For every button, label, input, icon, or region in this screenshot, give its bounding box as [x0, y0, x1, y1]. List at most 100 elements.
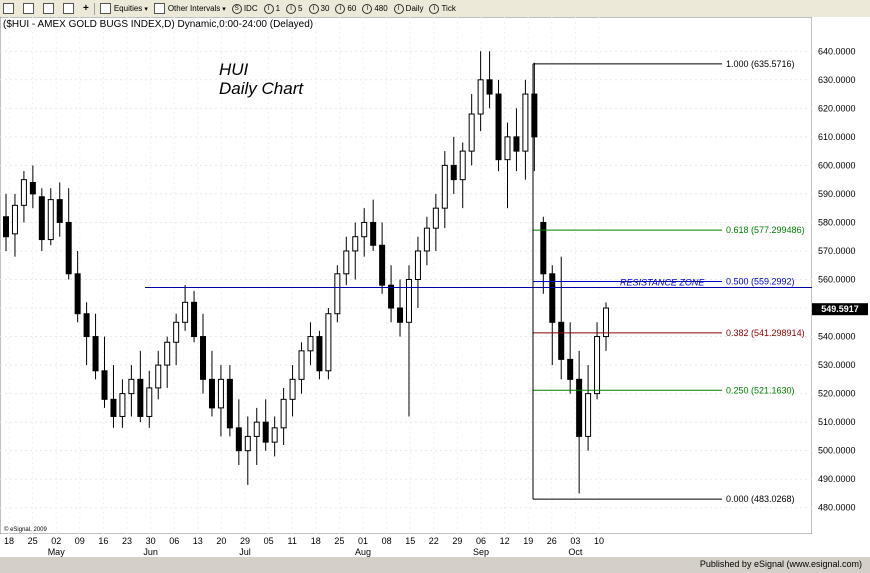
candle-body: [504, 136, 511, 161]
x-tick-label: 19: [523, 536, 533, 546]
candle-body: [56, 199, 63, 223]
x-tick-label: 16: [98, 536, 108, 546]
interval-tick[interactable]: I Tick: [426, 1, 458, 16]
x-tick-label: 26: [547, 536, 557, 546]
candle-body: [441, 164, 448, 209]
x-tick-label: 08: [382, 536, 392, 546]
footer: Published by eSignal (www.esignal.com): [0, 557, 870, 573]
y-tick-label: 590.0000: [818, 189, 856, 199]
fib-label: 0.382 (541.298914): [726, 328, 805, 338]
candle-body: [352, 236, 359, 252]
candle-body: [468, 113, 475, 152]
candle-body: [200, 336, 207, 380]
candle-body: [298, 350, 305, 380]
interval-60[interactable]: I 60: [332, 1, 359, 16]
fib-label: 0.250 (521.1630): [726, 385, 795, 395]
candle-body: [92, 336, 99, 372]
x-month-label: May: [48, 547, 66, 557]
fib-label: 0.618 (577.299486): [726, 225, 805, 235]
candle-body: [226, 378, 233, 429]
candle-body: [405, 279, 412, 323]
y-tick-label: 600.0000: [818, 160, 856, 170]
candle-body: [11, 204, 18, 235]
candle-body: [334, 273, 341, 315]
x-tick-label: 23: [122, 536, 132, 546]
x-tick-label: 11: [288, 536, 297, 546]
interval-daily[interactable]: I Daily: [391, 1, 427, 16]
candle-body: [119, 393, 126, 417]
credit-text: © eSignal, 2009: [4, 526, 47, 533]
candle-body: [423, 227, 430, 252]
candle-body: [173, 321, 180, 343]
y-tick-label: 480.0000: [818, 503, 856, 513]
toolbar: + Equities ▾ Other Intervals ▾ S IDC I1 I5 …: [0, 0, 870, 18]
page-icon[interactable]: [40, 1, 60, 16]
candle-body: [477, 79, 484, 115]
candle-body: [20, 179, 27, 206]
x-tick-label: 25: [334, 536, 344, 546]
x-tick-label: 20: [216, 536, 226, 546]
interval-5[interactable]: I5: [283, 1, 305, 16]
annotation-subtitle: Daily Chart: [219, 79, 304, 98]
interval-480[interactable]: I 480: [359, 1, 390, 16]
y-tick-label: 490.0000: [818, 474, 856, 484]
candle-body: [217, 378, 224, 409]
last-price-label: 549.5917: [821, 304, 859, 314]
interval-idc[interactable]: S IDC: [229, 1, 261, 16]
open-icon[interactable]: [0, 1, 20, 16]
candle-body: [271, 427, 278, 443]
interval-30[interactable]: I 30: [306, 1, 333, 16]
y-tick-label: 640.0000: [818, 46, 856, 56]
y-tick-label: 580.0000: [818, 217, 856, 227]
intervals-button[interactable]: Other Intervals ▾: [151, 1, 229, 16]
candle-body: [164, 341, 171, 366]
candle-body: [414, 250, 421, 280]
candle-body: [289, 378, 296, 400]
candle-body: [208, 378, 215, 409]
candle-body: [361, 221, 368, 238]
x-tick-label: 18: [311, 536, 321, 546]
x-tick-label: 15: [405, 536, 415, 546]
candle-body: [388, 284, 395, 309]
candle-body: [110, 398, 117, 417]
candle-body: [585, 393, 592, 437]
interval-1[interactable]: I1: [261, 1, 283, 16]
x-month-label: Jun: [143, 547, 158, 557]
candle-body: [603, 307, 609, 338]
layout-icon[interactable]: [20, 1, 40, 16]
equities-button[interactable]: Equities ▾: [97, 1, 151, 16]
x-tick-label: 30: [146, 536, 156, 546]
x-tick-label: 18: [4, 536, 14, 546]
fib-label: 0.500 (559.2992): [726, 276, 795, 286]
x-month-label: Aug: [355, 547, 371, 557]
candle-body: [280, 398, 287, 429]
add-icon[interactable]: +: [80, 1, 92, 16]
candle-body: [128, 378, 135, 395]
candle-body: [558, 321, 565, 360]
candle-body: [576, 378, 583, 437]
candle-body: [513, 136, 520, 152]
x-tick-label: 05: [264, 536, 274, 546]
annotation-title: HUI: [219, 60, 249, 79]
candle-body: [155, 364, 162, 389]
candle-body: [432, 207, 439, 229]
print-icon[interactable]: [60, 1, 80, 16]
candle-body: [29, 182, 36, 195]
x-tick-label: 03: [570, 536, 580, 546]
x-month-label: Oct: [568, 547, 583, 557]
candle-body: [316, 336, 323, 372]
candle-body: [379, 244, 386, 286]
y-tick-label: 530.0000: [818, 360, 856, 370]
y-tick-label: 520.0000: [818, 389, 856, 399]
fib-label: 1.000 (635.5716): [726, 59, 795, 69]
fib-label: 0.000 (483.0268): [726, 494, 795, 504]
candle-body: [182, 301, 189, 323]
candle-body: [3, 216, 9, 238]
price-chart[interactable]: 1.000 (635.5716) 0.618 (577.299486) 0.500 …: [0, 17, 870, 557]
candle-body: [137, 378, 144, 417]
x-tick-label: 13: [193, 536, 203, 546]
publisher-text: Published by eSignal (www.esignal.com): [699, 559, 862, 569]
x-tick-label: 25: [28, 536, 38, 546]
candle-body: [325, 313, 332, 372]
candle-body: [244, 435, 251, 452]
